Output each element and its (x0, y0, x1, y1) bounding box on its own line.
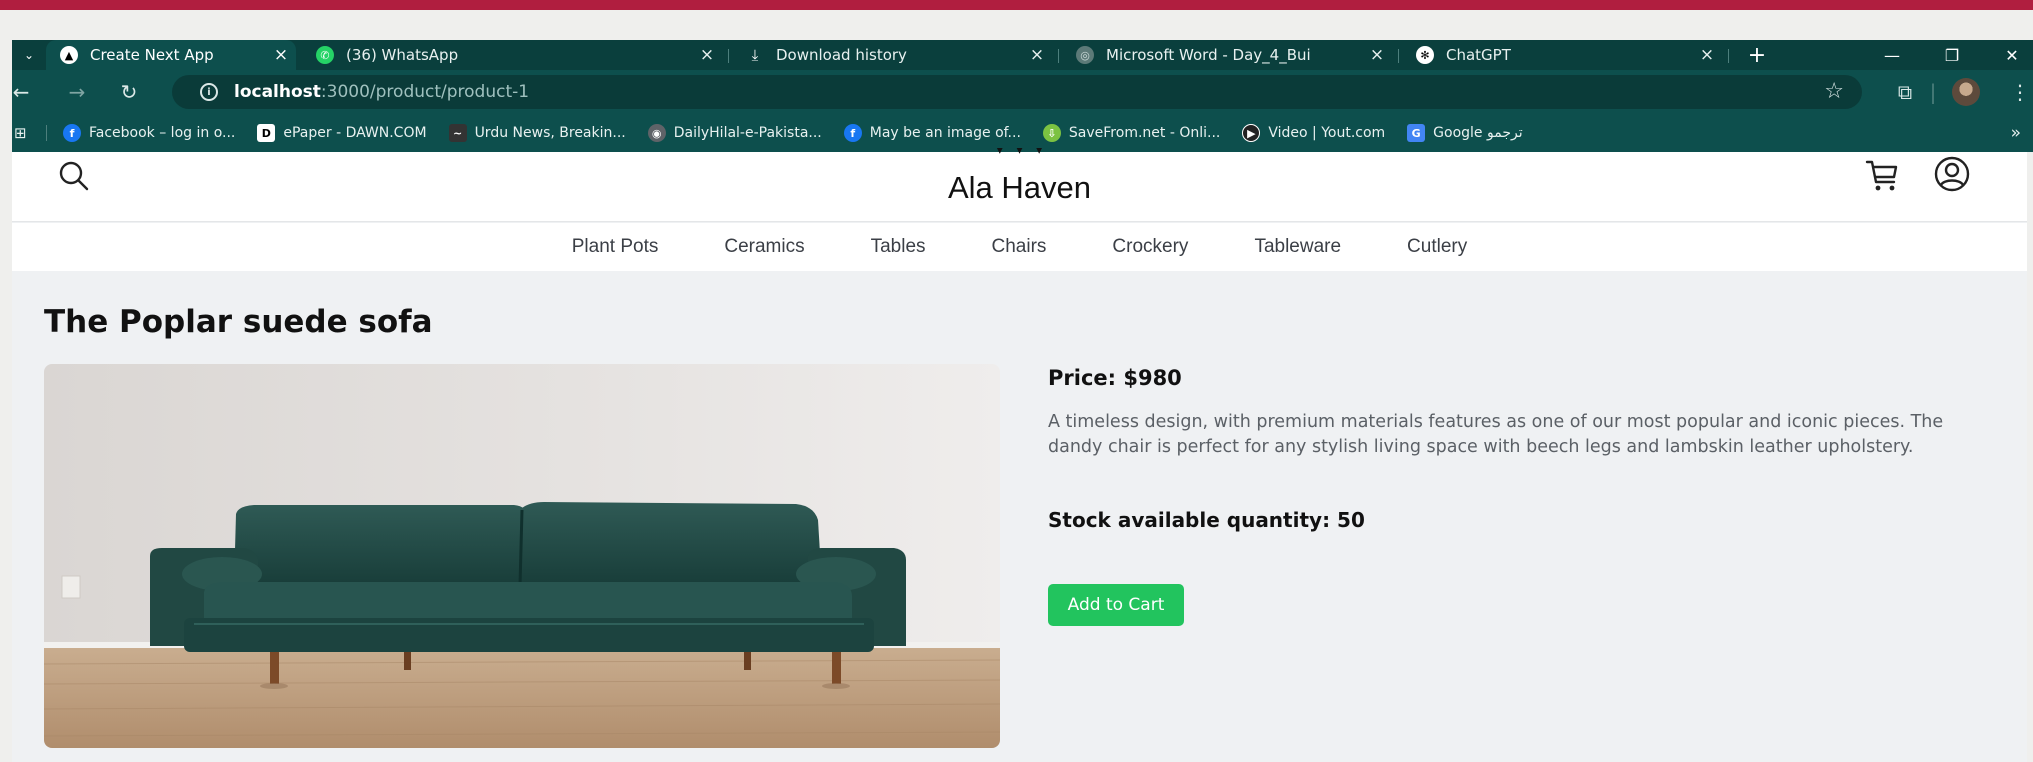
web-page: ▾ ▾ ▾ Ala Haven Plant Pots Ceramics Tabl… (12, 148, 2027, 762)
savefrom-icon: ⇩ (1042, 124, 1061, 142)
urdu-news-icon: ~ (448, 124, 467, 142)
bookmark-item[interactable]: ~ Urdu News, Breakin... (448, 124, 626, 142)
apps-grid-icon[interactable]: ⊞ (14, 124, 36, 142)
bookmarks-bar: ⊞ f Facebook – log in o... DePaper - DAWN… (12, 114, 2033, 152)
nav-tableware[interactable]: Tableware (1254, 236, 1341, 258)
new-tab-button[interactable]: + (1742, 40, 1772, 70)
nextjs-icon: ▲ (60, 46, 78, 64)
nav-ceramics[interactable]: Ceramics (724, 236, 804, 258)
browser-toolbar: ← → ↻ i localhost:3000/product/product-1… (12, 70, 2033, 114)
video-icon: ▶ (1242, 124, 1261, 142)
bookmark-item[interactable]: f May be an image of... (843, 124, 1021, 142)
tab-separator (728, 49, 729, 63)
category-nav: Plant Pots Ceramics Tables Chairs Crocke… (12, 223, 2027, 271)
minimize-icon[interactable]: — (1872, 40, 1912, 70)
bookmark-label: ePaper - DAWN.COM (283, 125, 427, 141)
product-description: A timeless design, with premium material… (1048, 412, 1944, 457)
back-icon[interactable]: ← (8, 79, 34, 105)
bookmark-item[interactable]: ▶ Video | Yout.com (1242, 124, 1385, 142)
tab-strip: ⌄ ▲ Create Next App × ✆ (36) WhatsApp × … (12, 40, 2033, 70)
bookmark-label: Urdu News, Breakin... (474, 125, 626, 141)
tab-label: Download history (776, 46, 907, 64)
profile-avatar[interactable] (1952, 78, 1980, 106)
tab-microsoft-word[interactable]: ◎ Microsoft Word - Day_4_Bui × (1062, 40, 1392, 70)
url-path: :3000/product/product-1 (320, 82, 530, 102)
tab-close-icon[interactable]: × (1022, 45, 1052, 65)
product-price: Price: $980 (1048, 366, 1182, 390)
globe-icon: ◉ (647, 124, 666, 142)
nav-chairs[interactable]: Chairs (992, 236, 1047, 258)
tab-close-icon[interactable]: × (266, 45, 296, 65)
url-host: localhost (234, 82, 321, 102)
nav-cutlery[interactable]: Cutlery (1407, 236, 1467, 258)
nav-crockery[interactable]: Crockery (1112, 236, 1188, 258)
bookmark-label: Video | Yout.com (1268, 125, 1386, 141)
extensions-icon[interactable]: ⧉ (1890, 79, 1920, 105)
tab-create-next-app[interactable]: ▲ Create Next App × (46, 40, 296, 70)
tab-separator (1058, 49, 1059, 63)
toolbar-separator: | (1929, 80, 1937, 104)
tab-separator (1398, 49, 1399, 63)
bookmark-item[interactable]: G Google ترجمو (1407, 124, 1523, 142)
forward-icon[interactable]: → (64, 79, 90, 105)
reload-icon[interactable]: ↻ (116, 79, 142, 105)
bookmark-label: Google ترجمو (1433, 125, 1523, 141)
tab-label: Microsoft Word - Day_4_Bui (1106, 46, 1311, 64)
url-text[interactable]: localhost:3000/product/product-1 (234, 82, 529, 102)
restore-icon[interactable]: ❐ (1932, 40, 1972, 70)
bookmark-item[interactable]: ◉ DailyHilal-e-Pakista... (647, 124, 822, 142)
tab-separator (1728, 49, 1729, 63)
nav-tables[interactable]: Tables (871, 236, 926, 258)
site-info-icon[interactable]: i (200, 83, 218, 101)
bookmark-item[interactable]: f Facebook – log in o... (63, 124, 235, 142)
brand-logo-clipped: ▾ ▾ ▾ (970, 148, 1070, 158)
download-icon: ⤓ (751, 46, 759, 64)
bookmark-item[interactable]: ⇩ SaveFrom.net - Onli... (1042, 124, 1221, 142)
chatgpt-icon: ✻ (1416, 46, 1434, 64)
tab-close-icon[interactable]: × (1362, 45, 1392, 65)
product-image (44, 364, 1000, 748)
bookmarks-overflow-icon[interactable]: » (2011, 123, 2021, 143)
user-account-icon[interactable] (1932, 154, 1972, 194)
tab-download-history[interactable]: ⤓ Download history × (732, 40, 1052, 70)
tab-whatsapp[interactable]: ✆ (36) WhatsApp × (302, 40, 722, 70)
bookmark-item[interactable]: DePaper - DAWN.COM (257, 124, 427, 142)
bookmark-label: SaveFrom.net - Onli... (1068, 125, 1221, 141)
tab-label: Create Next App (90, 46, 214, 64)
close-window-icon[interactable]: ✕ (1992, 40, 2032, 70)
site-header: ▾ ▾ ▾ Ala Haven (12, 148, 2027, 222)
tab-label: (36) WhatsApp (346, 46, 459, 64)
dawn-icon: D (257, 124, 276, 142)
brand-name[interactable]: Ala Haven (12, 170, 2027, 206)
facebook-icon: f (63, 124, 81, 142)
whatsapp-icon: ✆ (316, 46, 334, 64)
tab-close-icon[interactable]: × (1692, 45, 1722, 65)
add-to-cart-button[interactable]: Add to Cart (1048, 584, 1184, 626)
bookmark-label: DailyHilal-e-Pakista... (673, 125, 822, 141)
more-menu-icon[interactable]: ⋮ (2010, 79, 2030, 105)
bookmark-separator (46, 125, 47, 141)
facebook-icon: f (843, 124, 862, 142)
bookmark-label: Facebook – log in o... (89, 125, 236, 141)
tab-close-icon[interactable]: × (692, 45, 722, 65)
address-bar[interactable]: i localhost:3000/product/product-1 ☆ (172, 75, 1862, 109)
stock-quantity: Stock available quantity: 50 (1048, 508, 1365, 532)
tab-chatgpt[interactable]: ✻ ChatGPT × (1402, 40, 1722, 70)
tab-label: ChatGPT (1446, 46, 1511, 64)
bookmark-star-icon[interactable]: ☆ (1824, 79, 1844, 104)
window-top-border (0, 0, 2033, 10)
product-title: The Poplar suede sofa (44, 304, 433, 340)
cart-icon[interactable] (1862, 154, 1902, 194)
bookmark-label: May be an image of... (869, 125, 1021, 141)
globe-icon: ◎ (1076, 46, 1094, 64)
browser-chrome: ⌄ ▲ Create Next App × ✆ (36) WhatsApp × … (12, 40, 2033, 152)
nav-plant-pots[interactable]: Plant Pots (572, 236, 659, 258)
tab-search-icon[interactable]: ⌄ (12, 40, 46, 70)
google-translate-icon: G (1407, 124, 1426, 142)
